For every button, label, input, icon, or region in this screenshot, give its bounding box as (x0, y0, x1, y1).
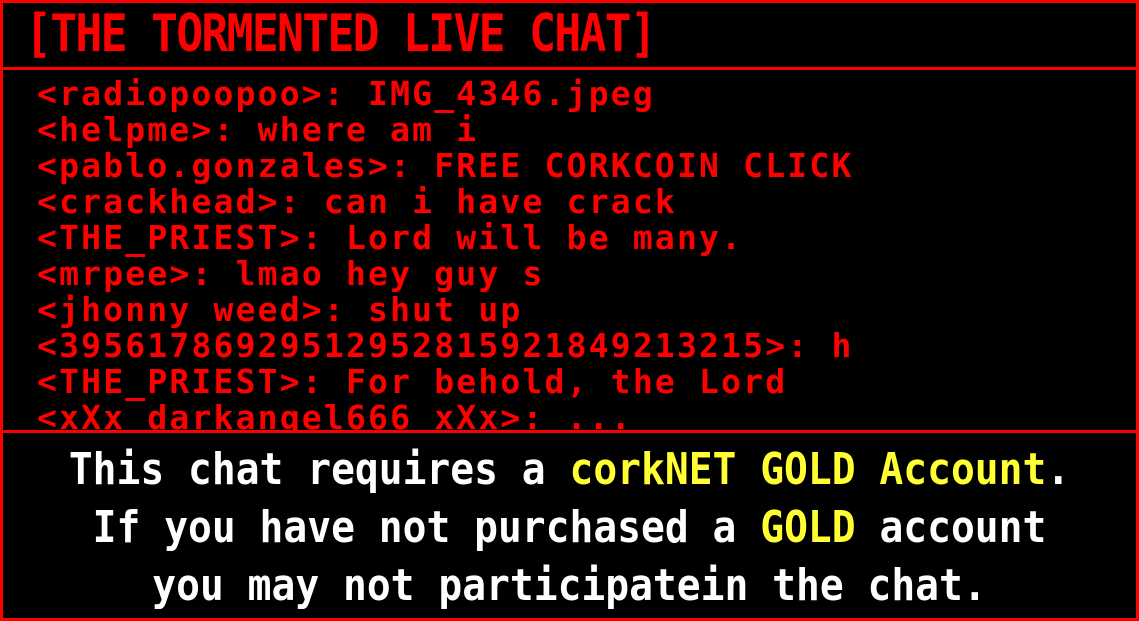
chat-message-text: : shut up (323, 290, 523, 329)
chat-username: <jhonny weed> (37, 290, 324, 329)
chat-message-text: : IMG_4346.jpeg (323, 74, 655, 113)
chat-message-text: : Lord will be many. (301, 218, 744, 257)
chat-title: [THE TORMENTED LIVE CHAT] (25, 4, 657, 64)
chat-message: <pablo.gonzales>: FREE CORKCOIN CLICK (37, 148, 854, 184)
chat-message-text: : h (787, 326, 854, 365)
chat-message: <39561786929512952815921849213215>: h (37, 328, 854, 364)
notice-line-2: If you have not purchased a GOLD account (92, 502, 1047, 553)
chat-username: <39561786929512952815921849213215> (37, 326, 788, 365)
chat-username: <xXx darkangel666 xXx> (37, 398, 523, 431)
chat-message-text: : For behold, the Lord (301, 362, 788, 401)
notice-line-1: This chat requires a corkNET GOLD Accoun… (68, 444, 1071, 495)
chat-window: [THE TORMENTED LIVE CHAT] <radiopoopoo>:… (0, 0, 1139, 621)
chat-message-text: : ... (522, 398, 633, 431)
gold-account-notice: This chat requires a corkNET GOLD Accoun… (3, 430, 1136, 618)
chat-message: <helpme>: where am i (37, 112, 478, 148)
chat-message: <mrpee>: lmao hey guy s (37, 256, 545, 292)
chat-username: <crackhead> (37, 182, 280, 221)
chat-username: <mrpee> (37, 254, 192, 293)
chat-message: <crackhead>: can i have crack (37, 184, 677, 220)
gold-label: GOLD (760, 502, 856, 553)
chat-username: <THE_PRIEST> (37, 218, 302, 257)
chat-message-text: : can i have crack (279, 182, 677, 221)
gold-account-label: corkNET GOLD Account (569, 444, 1047, 495)
chat-message-text: : lmao hey guy s (191, 254, 545, 293)
chat-message: <xXx darkangel666 xXx>: ... (37, 398, 633, 431)
title-bar: [THE TORMENTED LIVE CHAT] (3, 3, 1136, 70)
chat-message: <radiopoopoo>: IMG_4346.jpeg (37, 76, 655, 112)
chat-message-text: : FREE CORKCOIN CLICK (390, 146, 854, 185)
chat-username: <THE_PRIEST> (37, 362, 302, 401)
chat-log[interactable]: <radiopoopoo>: IMG_4346.jpeg <helpme>: w… (3, 70, 1136, 431)
chat-message: <jhonny weed>: shut up (37, 292, 523, 328)
chat-message: <THE_PRIEST>: Lord will be many. (37, 220, 743, 256)
chat-username: <helpme> (37, 110, 214, 149)
chat-username: <radiopoopoo> (37, 74, 324, 113)
chat-message-text: : where am i (213, 110, 479, 149)
chat-username: <pablo.gonzales> (37, 146, 391, 185)
notice-line-3: you may not participatein the chat. (152, 560, 987, 611)
chat-message: <THE_PRIEST>: For behold, the Lord (37, 364, 787, 400)
